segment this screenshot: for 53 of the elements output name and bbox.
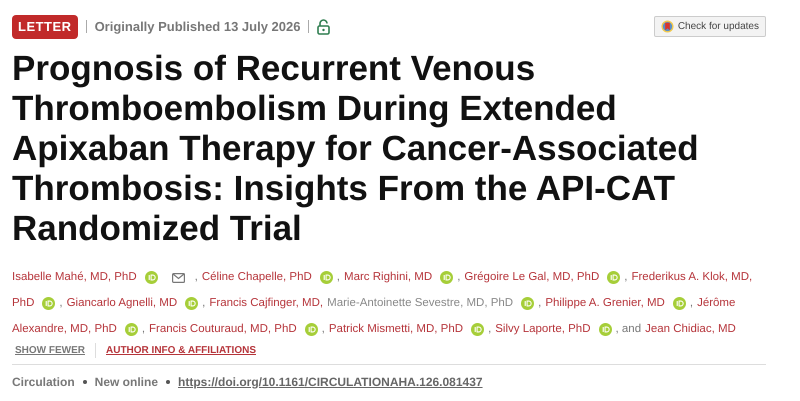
mail-icon[interactable] xyxy=(172,272,185,282)
orcid-icon[interactable] xyxy=(304,323,318,336)
author-link[interactable]: Philippe A. Grenier, MD xyxy=(545,294,665,312)
bullet-icon xyxy=(166,380,170,384)
separator: , xyxy=(202,296,206,311)
orcid-icon[interactable] xyxy=(607,271,620,284)
author-link[interactable]: Francis Cajfinger, MD, xyxy=(209,294,324,312)
check-for-updates-button[interactable]: Check for updates xyxy=(654,16,766,38)
author-link[interactable]: Francis Couturaud, MD, PhD xyxy=(149,320,297,338)
publication-date: Originally Published 13 July 2026 xyxy=(86,20,310,34)
orcid-icon[interactable] xyxy=(144,271,158,284)
separator: , xyxy=(624,270,628,285)
show-fewer-link[interactable]: SHOW FEWER xyxy=(12,342,96,358)
author-link[interactable]: Jérôme xyxy=(697,294,736,312)
orcid-icon[interactable] xyxy=(672,297,686,310)
author-info-link[interactable]: AUTHOR INFO & AFFILIATIONS xyxy=(96,342,256,358)
author-link[interactable]: Marc Righini, MD xyxy=(344,268,432,286)
separator: , xyxy=(194,270,198,285)
article-type-badge: LETTER xyxy=(12,15,78,38)
orcid-icon[interactable] xyxy=(124,323,138,336)
separator: , xyxy=(538,296,542,311)
separator: , xyxy=(457,270,460,285)
orcid-icon[interactable] xyxy=(320,271,333,284)
separator: , xyxy=(142,322,146,337)
orcid-icon[interactable] xyxy=(42,297,56,310)
author-link[interactable]: Isabelle Mahé, MD, PhD xyxy=(12,268,137,286)
orcid-icon[interactable] xyxy=(521,297,534,310)
orcid-icon[interactable] xyxy=(185,297,198,310)
article-title: Prognosis of Recurrent Venous Thromboembolism During Extended Apixaban Therapy for Cancer-Associated Thrombosis: Insights From the API-CAT Randomized Trial xyxy=(12,48,700,248)
separator: , xyxy=(690,296,694,311)
separator: , xyxy=(336,270,340,285)
bookmark-badge-icon xyxy=(660,20,674,34)
separator: , xyxy=(322,322,325,337)
orcid-icon[interactable] xyxy=(440,271,454,284)
author-link[interactable]: PhD xyxy=(12,294,34,312)
author-link[interactable]: Grégoire Le Gal, MD, PhD xyxy=(464,268,600,286)
author-link[interactable]: Patrick Mismetti, MD, PhD xyxy=(328,320,464,338)
author-link[interactable]: Céline Chapelle, PhD xyxy=(202,268,312,286)
bullet-icon xyxy=(82,380,87,384)
separator: , xyxy=(488,322,492,337)
doi-link[interactable]: https://doi.org/10.1161/CIRCULATIONAHA.126.081437 xyxy=(178,372,483,390)
orcid-icon[interactable] xyxy=(598,323,612,336)
author-link[interactable]: Frederikus A. Klok, MD, xyxy=(631,268,752,286)
author-link[interactable]: Alexandre, MD, PhD xyxy=(12,320,117,338)
author-link[interactable]: Jean Chidiac, MD xyxy=(645,320,736,338)
separator: , xyxy=(59,296,63,311)
author-name: Marie-Antoinette Sevestre, MD, PhD xyxy=(327,296,514,311)
journal-name: Circulation xyxy=(12,374,75,390)
author-link[interactable]: Silvy Laporte, PhD xyxy=(495,320,591,338)
publication-status: New online xyxy=(94,374,158,390)
separator: , and xyxy=(616,322,642,337)
author-link[interactable]: Giancarlo Agnelli, MD xyxy=(66,294,178,312)
orcid-icon[interactable] xyxy=(471,323,484,336)
